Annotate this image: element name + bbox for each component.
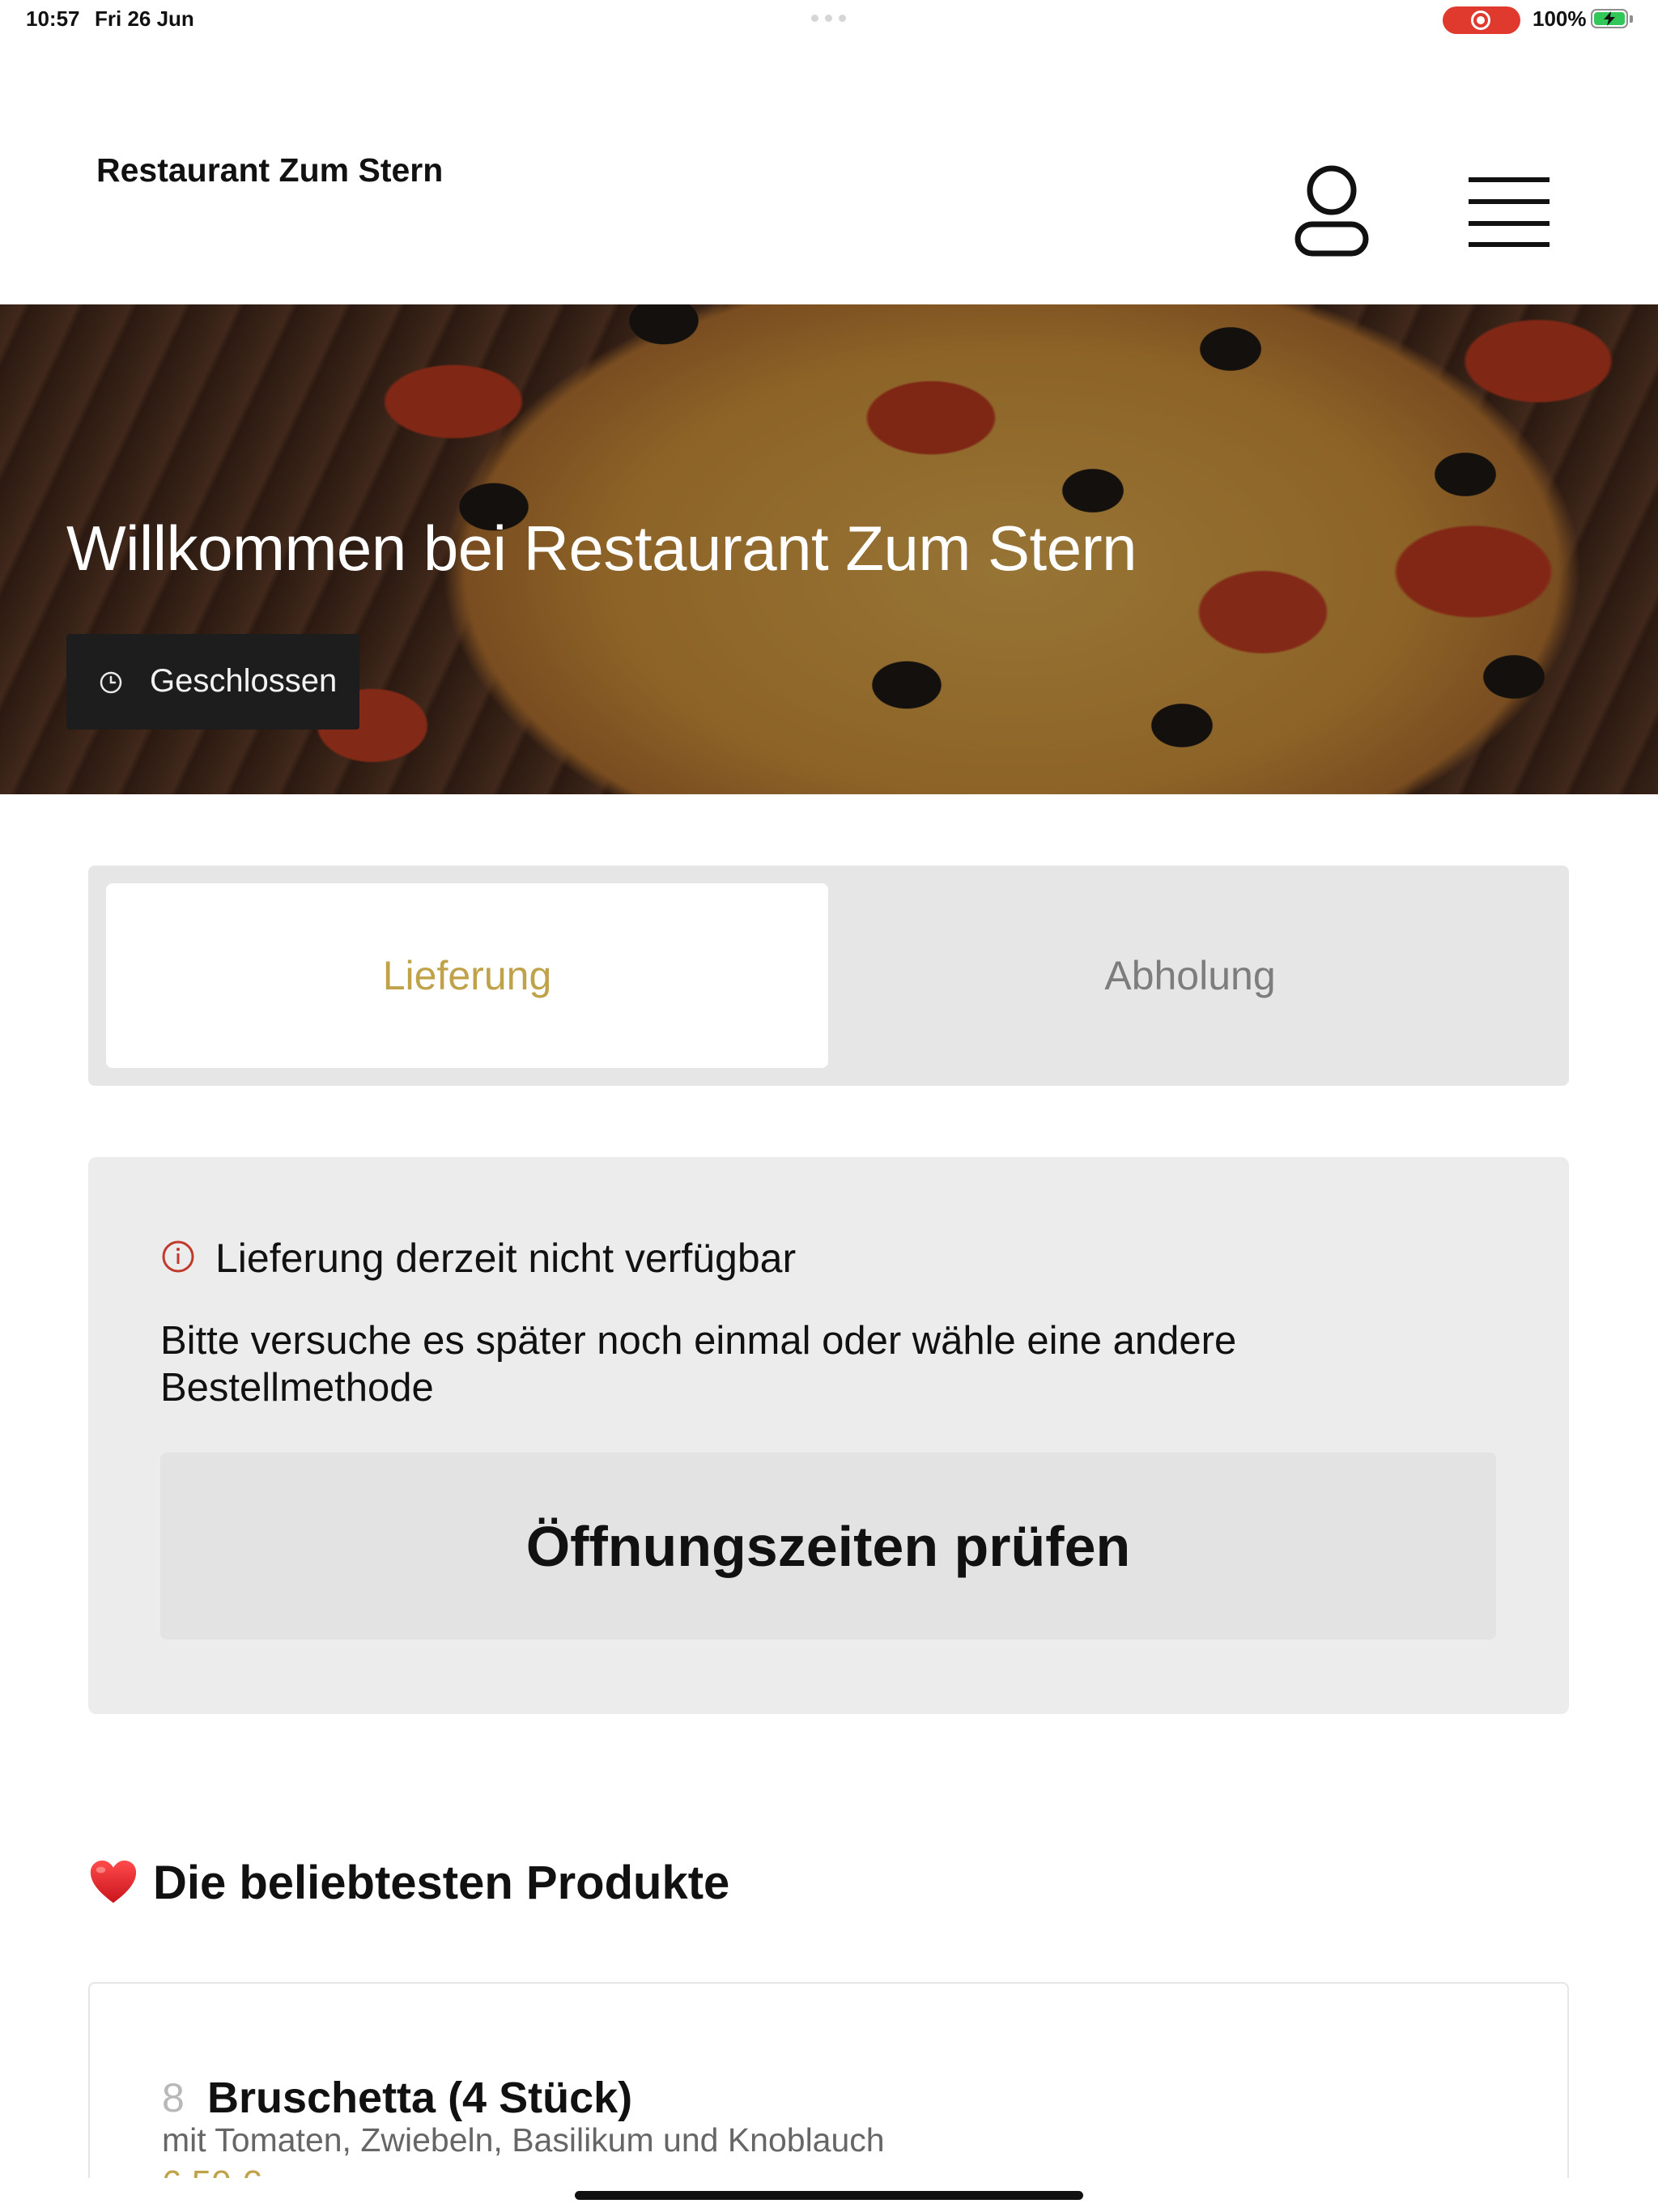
restaurant-name[interactable]: Restaurant Zum Stern xyxy=(96,151,443,189)
delivery-unavailable-notice: Lieferung derzeit nicht verfügbar Bitte … xyxy=(88,1157,1569,1714)
status-time: 10:57 xyxy=(26,6,80,31)
user-icon xyxy=(1295,165,1369,257)
check-opening-hours-button[interactable]: Öffnungszeiten prüfen xyxy=(160,1453,1496,1640)
product-number: 8 xyxy=(162,2075,185,2121)
hero-banner: Willkommen bei Restaurant Zum Stern Gesc… xyxy=(0,304,1658,794)
welcome-title: Willkommen bei Restaurant Zum Stern xyxy=(66,513,1137,584)
site-header: Restaurant Zum Stern xyxy=(0,39,1658,304)
user-account-button[interactable] xyxy=(1291,163,1372,260)
menu-button[interactable] xyxy=(1464,172,1554,249)
info-icon xyxy=(162,1240,194,1273)
tab-pickup[interactable]: Abholung xyxy=(829,883,1551,1068)
opening-status-label: Geschlossen xyxy=(150,663,338,699)
product-description: mit Tomaten, Zwiebeln, Basilikum und Kno… xyxy=(162,2121,885,2159)
order-mode-toggle: Lieferung Abholung xyxy=(88,866,1569,1086)
clock-icon xyxy=(100,671,122,694)
hamburger-menu-icon xyxy=(1469,177,1550,247)
status-date: Fri 26 Jun xyxy=(95,6,194,31)
battery-icon xyxy=(1591,9,1633,28)
product-name: Bruschetta (4 Stück) xyxy=(207,2074,633,2122)
popular-products-heading: Die beliebtesten Produkte xyxy=(88,1854,729,1911)
heart-icon xyxy=(90,1860,137,1904)
tab-delivery[interactable]: Lieferung xyxy=(106,883,828,1068)
screen-recording-icon[interactable] xyxy=(1443,6,1520,34)
multitasking-dots-icon[interactable] xyxy=(811,15,846,22)
popular-products-title: Die beliebtesten Produkte xyxy=(153,1856,730,1909)
battery-percent: 100% xyxy=(1533,6,1587,31)
home-indicator[interactable] xyxy=(575,2191,1083,2200)
opening-status-badge: Geschlossen xyxy=(66,634,359,730)
notice-title: Lieferung derzeit nicht verfügbar xyxy=(215,1236,797,1281)
notice-text: Bitte versuche es später noch einmal ode… xyxy=(160,1319,1237,1410)
status-bar: 10:57 Fri 26 Jun 100% xyxy=(0,0,1658,39)
